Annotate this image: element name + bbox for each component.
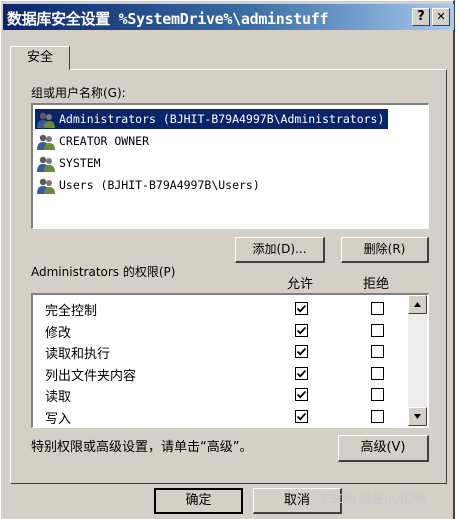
users-label: 组或用户名称(G): bbox=[31, 86, 126, 100]
permission-name: 写入 bbox=[45, 411, 72, 427]
permission-row: 完全控制 bbox=[33, 298, 403, 319]
deny-checkbox[interactable] bbox=[371, 409, 384, 423]
watermark: CSDN @是小AD啊 bbox=[322, 492, 426, 506]
help-button[interactable]: ? bbox=[412, 8, 430, 26]
advanced-hint: 特别权限或高级设置，请单击“高级”。 bbox=[31, 440, 253, 455]
security-dialog: 数据库安全设置 %SystemDrive%\adminstuff ? ✕ 安全 … bbox=[0, 0, 455, 519]
users-list[interactable]: Administrators (BJHIT-B79A4997B\Administ… bbox=[31, 103, 429, 229]
user-list-item[interactable]: CREATOR OWNER bbox=[35, 131, 153, 151]
user-group-icon bbox=[35, 133, 57, 151]
user-list-item-label: Users (BJHIT-B79A4997B\Users) bbox=[59, 178, 260, 192]
arrow-up-icon bbox=[414, 302, 421, 307]
arrow-down-icon bbox=[414, 414, 421, 419]
permission-name: 列出文件夹内容 bbox=[45, 368, 137, 384]
deny-checkbox[interactable] bbox=[371, 366, 384, 380]
permissions-label: Administrators 的权限(P) bbox=[31, 265, 176, 279]
permissions-list: 完全控制修改读取和执行列出文件夹内容 读取写入 bbox=[31, 293, 429, 428]
ok-button[interactable]: 确定 bbox=[154, 488, 243, 514]
deny-header: 拒绝 bbox=[363, 277, 390, 292]
window-title: 数据库安全设置 %SystemDrive%\adminstuff bbox=[7, 10, 329, 28]
allow-checkbox[interactable] bbox=[295, 323, 308, 337]
permission-name: 完全控制 bbox=[45, 304, 98, 319]
user-group-icon bbox=[35, 177, 57, 195]
remove-button[interactable]: 删除(R) bbox=[341, 237, 429, 263]
user-list-item-label: CREATOR OWNER bbox=[59, 134, 150, 148]
scroll-up-button[interactable] bbox=[408, 295, 427, 314]
advanced-button[interactable]: 高级(V) bbox=[338, 435, 429, 462]
user-list-item-label: SYSTEM bbox=[59, 156, 101, 170]
user-list-item[interactable]: Users (BJHIT-B79A4997B\Users) bbox=[35, 175, 264, 195]
add-button[interactable]: 添加(D)... bbox=[235, 237, 325, 263]
user-list-item-label: Administrators (BJHIT-B79A4997B\Administ… bbox=[59, 112, 385, 126]
allow-checkbox[interactable] bbox=[295, 345, 308, 358]
deny-checkbox[interactable] bbox=[371, 345, 384, 358]
allow-header: 允许 bbox=[287, 277, 314, 292]
allow-checkbox[interactable] bbox=[295, 409, 308, 423]
user-group-icon bbox=[35, 155, 57, 173]
deny-checkbox[interactable] bbox=[371, 323, 384, 337]
permission-name: 读取 bbox=[45, 390, 72, 405]
deny-checkbox[interactable] bbox=[371, 302, 384, 315]
deny-checkbox[interactable] bbox=[371, 388, 384, 401]
scroll-down-button[interactable] bbox=[408, 407, 427, 426]
permission-row: 读取和执行 bbox=[33, 341, 403, 362]
permission-name: 修改 bbox=[45, 325, 72, 341]
permission-row: 修改 bbox=[33, 320, 403, 341]
user-group-icon bbox=[35, 111, 57, 129]
tab-security[interactable]: 安全 bbox=[10, 46, 70, 70]
permission-name: 读取和执行 bbox=[45, 347, 111, 362]
user-list-item[interactable]: SYSTEM bbox=[35, 153, 105, 173]
permissions-scrollbar[interactable] bbox=[408, 295, 427, 426]
close-button[interactable]: ✕ bbox=[432, 8, 450, 26]
allow-checkbox[interactable] bbox=[295, 366, 308, 380]
permission-row: 写入 bbox=[33, 406, 403, 427]
title-bar[interactable]: 数据库安全设置 %SystemDrive%\adminstuff ? ✕ bbox=[3, 4, 454, 30]
user-list-item[interactable]: Administrators (BJHIT-B79A4997B\Administ… bbox=[35, 109, 389, 129]
allow-checkbox[interactable] bbox=[295, 388, 308, 401]
allow-checkbox[interactable] bbox=[295, 302, 308, 315]
permission-row: 列出文件夹内容 bbox=[33, 363, 403, 384]
permission-row: 读取 bbox=[33, 384, 403, 405]
